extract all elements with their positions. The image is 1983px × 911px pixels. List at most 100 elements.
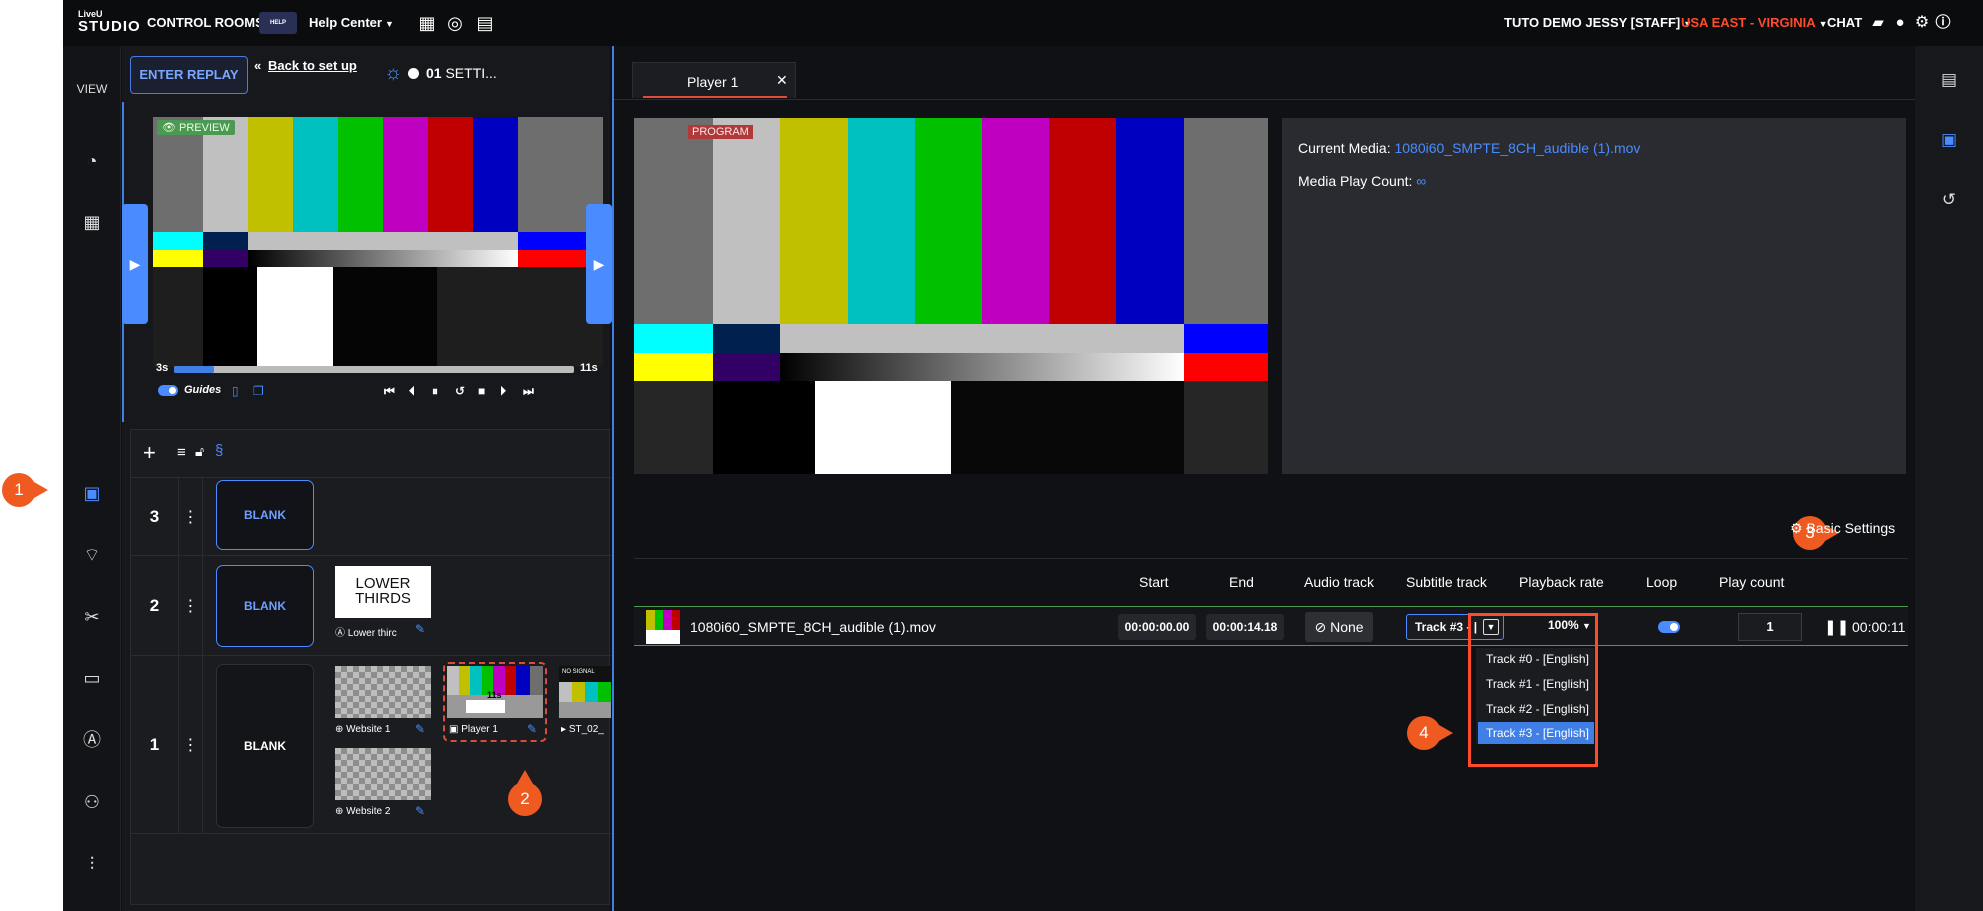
- lower-thirds-thumbnail[interactable]: LOWER THIRDS: [335, 566, 431, 618]
- multiview-icon[interactable]: ▤: [474, 12, 496, 34]
- guides-label: Guides: [184, 384, 222, 396]
- color-bars-preview: [153, 117, 603, 367]
- skip-start-icon[interactable]: ⏮: [384, 384, 395, 399]
- chat-link[interactable]: CHAT: [1827, 15, 1862, 30]
- audio-track-button[interactable]: ⊘ None: [1305, 612, 1373, 642]
- tab-player-1[interactable]: Player 1 ✕: [632, 62, 796, 98]
- add-icon[interactable]: +: [143, 440, 156, 466]
- progress-track[interactable]: [174, 366, 574, 373]
- end-time-field[interactable]: 00:00:14.18: [1206, 614, 1284, 640]
- program-monitor[interactable]: PROGRAM: [634, 118, 1268, 474]
- dashboard-icon[interactable]: ◔: [79, 148, 105, 174]
- scene-title[interactable]: 01 SETTI...: [426, 65, 497, 81]
- website-1-thumbnail[interactable]: [335, 666, 431, 718]
- text-icon[interactable]: Ⓐ: [79, 727, 105, 753]
- preview-progress[interactable]: 3s 11s: [156, 362, 604, 376]
- pencil-icon[interactable]: ✎: [415, 622, 425, 636]
- chevron-right-icon[interactable]: ▶: [122, 204, 148, 324]
- stop-icon[interactable]: ■: [478, 384, 485, 398]
- lightbulb-icon[interactable]: ☼: [384, 62, 402, 85]
- more-vertical-icon[interactable]: ⋮: [179, 656, 203, 833]
- calendar-icon[interactable]: ▦: [416, 12, 438, 34]
- restart-icon[interactable]: ↺: [455, 384, 465, 398]
- gear-icon[interactable]: ⚙: [1911, 12, 1933, 34]
- preview-monitor[interactable]: 👁 PREVIEW: [153, 117, 603, 367]
- column-playback-rate: Playback rate: [1519, 574, 1604, 590]
- color-bars-program: [634, 118, 1268, 474]
- current-media-link[interactable]: 1080i60_SMPTE_8CH_audible (1).mov: [1394, 140, 1640, 156]
- gear-icon: ⚙: [1790, 520, 1807, 536]
- control-rooms-link[interactable]: CONTROL ROOMS: [147, 15, 264, 30]
- broadcast-icon[interactable]: ⌔: [79, 542, 105, 568]
- video-icon: ▸: [561, 724, 569, 735]
- link-icon[interactable]: §: [215, 442, 223, 459]
- layout-icon[interactable]: ▦: [79, 209, 105, 235]
- website-2-text: Website 2: [346, 806, 391, 817]
- guides-toggle[interactable]: [158, 384, 178, 396]
- basic-settings-button[interactable]: ⚙ Basic Settings: [1790, 520, 1895, 537]
- callout-2: 2: [508, 770, 542, 816]
- globe-icon: ⊕: [335, 724, 347, 735]
- user-icon[interactable]: ●: [1889, 12, 1911, 34]
- users-icon[interactable]: ⚇: [79, 789, 105, 815]
- close-icon[interactable]: ✕: [776, 72, 788, 89]
- more-vertical-icon[interactable]: ⋮: [179, 478, 203, 555]
- align-left-icon[interactable]: ≡: [177, 444, 186, 461]
- user-menu[interactable]: TUTO DEMO JESSY [STAFF] ▼: [1504, 15, 1692, 30]
- globe-icon: ⊕: [335, 806, 347, 817]
- step-back-icon[interactable]: ⏴: [409, 384, 415, 399]
- current-media-label: Current Media:: [1298, 140, 1391, 156]
- enter-replay-button[interactable]: ENTER REPLAY: [130, 56, 248, 94]
- layer-toolbar: + ≡ 🔓︎ §: [131, 430, 611, 478]
- lifebuoy-icon[interactable]: ◎: [444, 12, 466, 34]
- scissors-icon[interactable]: ✂: [79, 604, 105, 630]
- pause-icon[interactable]: ❚❚: [1824, 618, 1849, 636]
- back-to-setup-link[interactable]: « Back to set up: [254, 59, 368, 73]
- pencil-icon[interactable]: ✎: [415, 722, 425, 736]
- st-02-text: ST_02_: [568, 724, 604, 735]
- player-1-text: Player 1: [461, 724, 498, 735]
- tab-underline: [643, 96, 787, 98]
- caption-icon[interactable]: ▭: [79, 665, 105, 691]
- chat-icon[interactable]: ▰: [1867, 12, 1889, 34]
- pause-icon[interactable]: ⏸: [432, 384, 438, 399]
- list-icon[interactable]: ▤: [1937, 68, 1961, 92]
- pencil-icon[interactable]: ✎: [527, 722, 537, 736]
- blank-cell[interactable]: BLANK: [216, 664, 314, 828]
- st-02-thumbnail[interactable]: NO SIGNAL: [559, 666, 611, 718]
- user-label: TUTO DEMO JESSY [STAFF]: [1504, 15, 1681, 30]
- copy-icon[interactable]: ❐: [253, 384, 264, 398]
- info-icon[interactable]: ⓘ: [1932, 12, 1954, 34]
- view-label: VIEW: [76, 82, 108, 96]
- basic-settings-label: Basic Settings: [1806, 520, 1896, 536]
- double-chevron-left-icon: «: [254, 58, 262, 73]
- camera-icon[interactable]: ▣: [79, 480, 105, 506]
- scene-name: SETTI...: [445, 65, 497, 81]
- audio-track-label: None: [1330, 619, 1364, 635]
- lower-thirds-label: Ⓐ Lower thirc: [335, 624, 397, 639]
- unlock-icon[interactable]: 🔓︎: [195, 443, 204, 460]
- help-center-menu[interactable]: Help Center ▼: [309, 15, 394, 30]
- preview-controls: Guides ▯ ❐ ⏮ ⏴ ⏸ ↺ ■ ⏵ ⏭: [158, 384, 608, 404]
- website-2-thumbnail[interactable]: [335, 748, 431, 800]
- layer-number: 1: [131, 656, 179, 833]
- region-menu[interactable]: USA EAST - VIRGINIA ▼: [1681, 15, 1828, 30]
- pencil-icon[interactable]: ✎: [415, 804, 425, 818]
- more-vertical-icon[interactable]: ⋮: [179, 556, 203, 655]
- blank-cell[interactable]: BLANK: [216, 565, 314, 647]
- loop-toggle[interactable]: [1658, 621, 1680, 633]
- step-forward-icon[interactable]: ⏵: [500, 384, 506, 399]
- ban-icon: ⊘: [1314, 619, 1331, 635]
- camera-icon[interactable]: ▣: [1937, 128, 1961, 152]
- sliders-icon[interactable]: ⫶: [79, 851, 105, 877]
- history-icon[interactable]: ↺: [1937, 188, 1961, 212]
- skip-end-icon[interactable]: ⏭: [523, 384, 534, 399]
- program-tag: PROGRAM: [688, 125, 753, 139]
- mobile-icon[interactable]: ▯: [232, 384, 239, 398]
- start-time-field[interactable]: 00:00:00.00: [1118, 614, 1196, 640]
- play-count-input[interactable]: 1: [1738, 613, 1802, 641]
- blank-cell[interactable]: BLANK: [216, 480, 314, 550]
- chevron-right-icon[interactable]: ▶: [586, 204, 612, 324]
- media-row[interactable]: 1080i60_SMPTE_8CH_audible (1).mov 00:00:…: [634, 606, 1908, 646]
- liveu-studio-logo[interactable]: LiveU STUDIO: [78, 10, 140, 38]
